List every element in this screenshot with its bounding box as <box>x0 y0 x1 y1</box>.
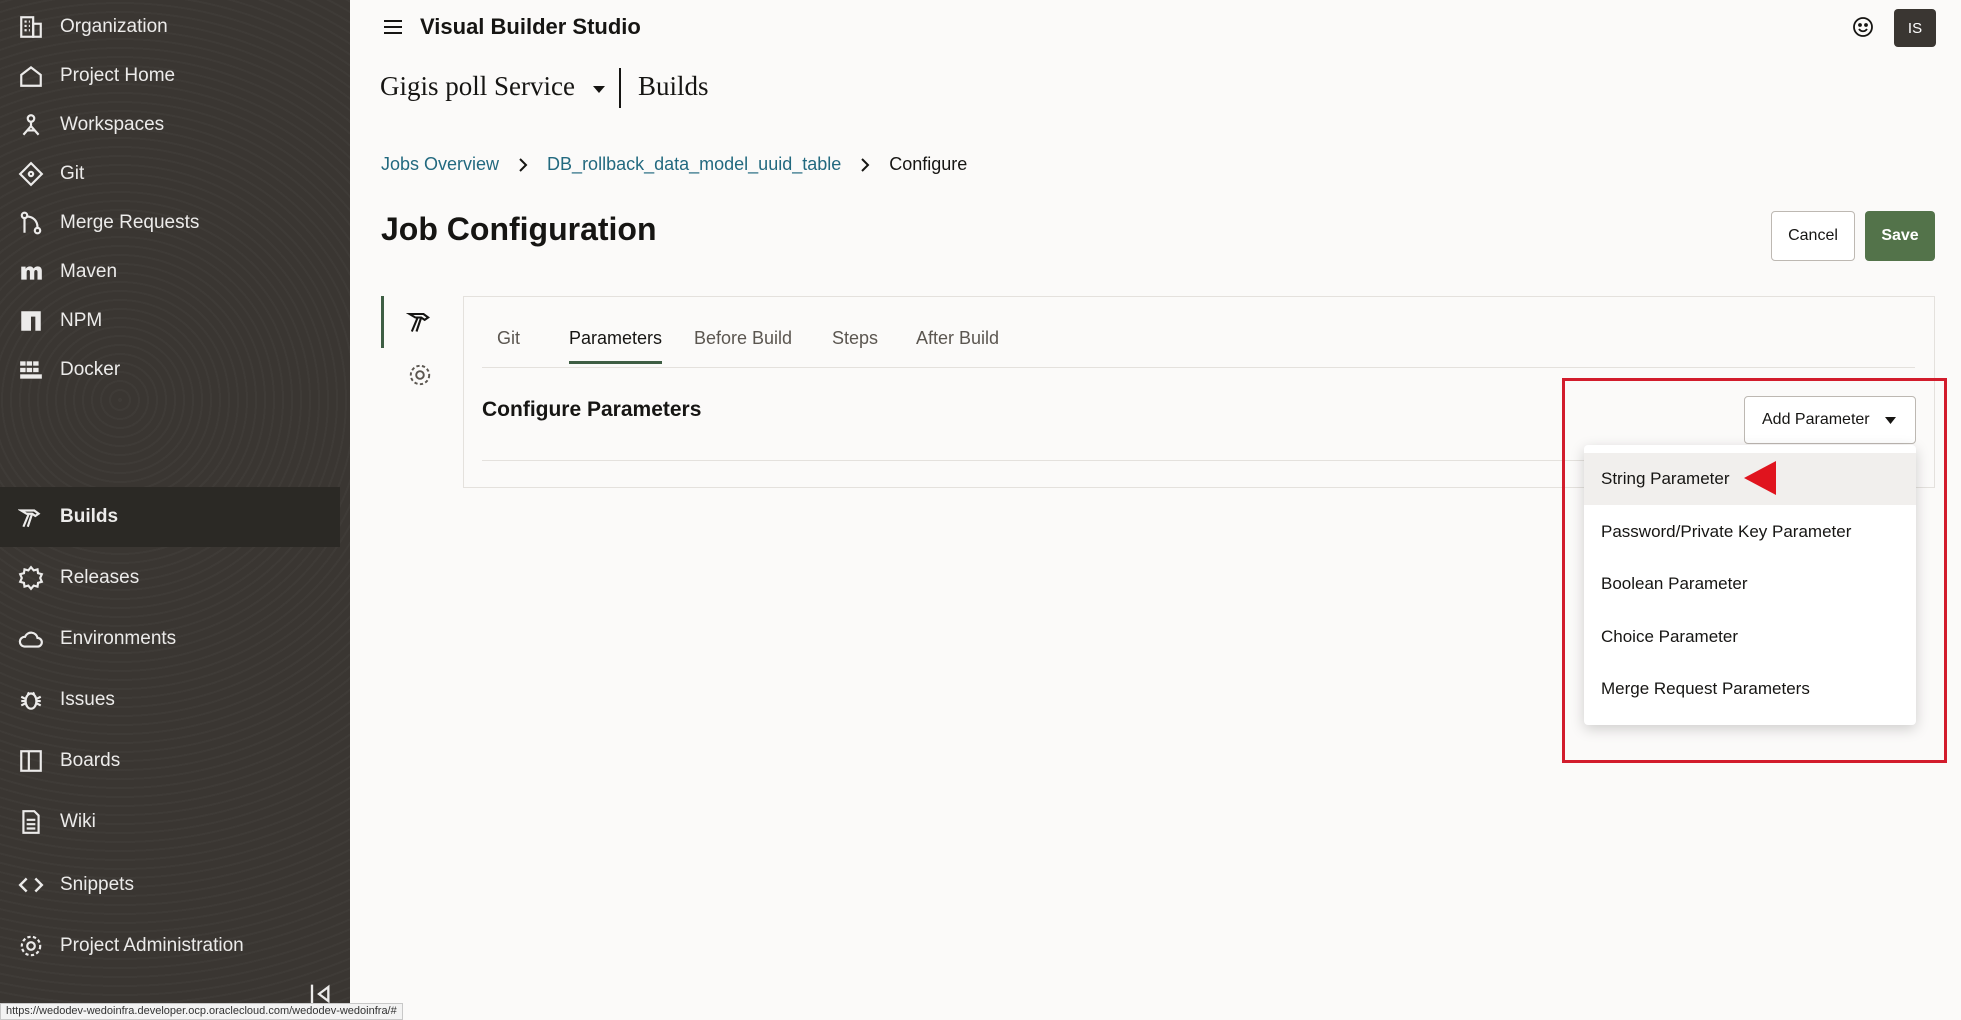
annotation-highlight-box <box>1562 378 1947 763</box>
section-heading: Configure Parameters <box>482 398 702 421</box>
sidebar-item-project-administration[interactable]: Project Administration <box>0 916 340 976</box>
tab-steps[interactable]: Steps <box>832 328 878 361</box>
sidebar-item-builds[interactable]: Builds <box>0 487 340 547</box>
tab-after-build[interactable]: After Build <box>916 328 999 361</box>
hammer-icon[interactable] <box>406 307 434 335</box>
breadcrumb: Jobs Overview DB_rollback_data_model_uui… <box>381 154 967 175</box>
gear-icon[interactable] <box>407 362 433 388</box>
sidebar-item-label: Workspaces <box>60 114 165 135</box>
sidebar-item-issues[interactable]: Issues <box>0 670 340 730</box>
feedback-smiley-icon[interactable] <box>1851 15 1875 39</box>
building-icon <box>16 12 46 42</box>
breadcrumb-jobs-overview[interactable]: Jobs Overview <box>381 154 499 175</box>
annotation-arrow-icon <box>1744 461 1776 495</box>
sidebar-item-label: Releases <box>60 567 140 588</box>
hamburger-menu-icon[interactable] <box>382 16 404 38</box>
sidebar-item-label: Builds <box>60 506 119 527</box>
sidebar-item-label: Wiki <box>60 811 96 832</box>
board-icon <box>16 746 46 776</box>
save-button[interactable]: Save <box>1865 211 1935 261</box>
cancel-button[interactable]: Cancel <box>1771 211 1855 261</box>
title-divider <box>619 68 621 108</box>
avatar[interactable]: IS <box>1894 9 1936 47</box>
bug-icon <box>16 685 46 715</box>
hammer-icon <box>16 502 46 532</box>
sidebar-item-label: Organization <box>60 16 168 37</box>
git-icon <box>16 159 46 189</box>
tab-git[interactable]: Git <box>497 328 520 361</box>
chevron-down-icon[interactable] <box>592 84 606 94</box>
sidebar-item-label: Project Administration <box>60 935 244 956</box>
sidebar: Organization Project Home Workspaces Git… <box>0 0 350 1020</box>
merge-icon <box>16 208 46 238</box>
sidebar-item-boards[interactable]: Boards <box>0 731 340 791</box>
section-name: Builds <box>638 71 709 101</box>
rail-active-indicator <box>381 296 384 348</box>
project-name[interactable]: Gigis poll Service <box>380 71 575 102</box>
workspace-icon <box>16 110 46 140</box>
releases-icon <box>16 563 46 593</box>
sidebar-item-label: Environments <box>60 628 177 649</box>
docker-icon <box>16 355 46 385</box>
sidebar-item-releases[interactable]: Releases <box>0 548 340 608</box>
sidebar-item-label: Snippets <box>60 874 134 895</box>
sidebar-item-label: NPM <box>60 310 103 331</box>
sidebar-item-snippets[interactable]: Snippets <box>0 855 340 915</box>
gear-icon <box>16 931 46 961</box>
status-bar-url: https://wedodev-wedoinfra.developer.ocp.… <box>0 1003 403 1020</box>
home-icon <box>16 61 46 91</box>
sidebar-item-label: Boards <box>60 750 121 771</box>
tab-parameters[interactable]: Parameters <box>569 328 663 364</box>
breadcrumb-job-name[interactable]: DB_rollback_data_model_uuid_table <box>547 154 841 175</box>
code-icon <box>16 870 46 900</box>
sidebar-item-label: Git <box>60 163 85 184</box>
page-title: Job Configuration <box>381 211 657 247</box>
chevron-right-icon <box>519 157 528 172</box>
sidebar-item-label: Docker <box>60 359 121 380</box>
sidebar-item-wiki[interactable]: Wiki <box>0 792 340 852</box>
sidebar-item-label: Merge Requests <box>60 212 200 233</box>
sidebar-item-label: Issues <box>60 689 115 710</box>
tab-bar: Git Parameters Before Build Steps After … <box>482 316 1915 368</box>
chevron-right-icon <box>861 157 870 172</box>
breadcrumb-current: Configure <box>889 154 968 174</box>
tab-before-build[interactable]: Before Build <box>694 328 792 361</box>
sidebar-item-environments[interactable]: Environments <box>0 609 340 669</box>
npm-icon <box>16 306 46 336</box>
maven-icon <box>16 257 46 287</box>
cloud-icon <box>16 624 46 654</box>
wiki-icon <box>16 807 46 837</box>
sidebar-item-label: Project Home <box>60 65 176 86</box>
app-title: Visual Builder Studio <box>420 14 641 39</box>
sidebar-item-docker[interactable]: Docker <box>0 340 340 400</box>
sidebar-item-label: Maven <box>60 261 118 282</box>
